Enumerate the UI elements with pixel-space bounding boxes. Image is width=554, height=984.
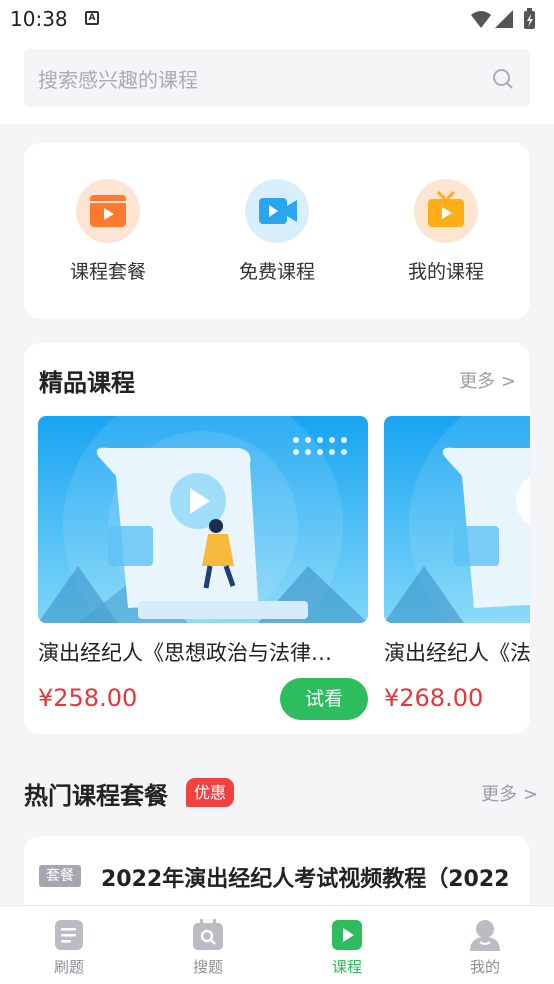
hot-packages-more-link[interactable]: 更多 > bbox=[481, 780, 538, 806]
course-title: 演出经纪人《法律 bbox=[384, 641, 530, 665]
bottom-tab-bar: 刷题 搜题 课程 我的 bbox=[0, 905, 554, 984]
trial-button[interactable]: 试看 bbox=[280, 678, 368, 720]
entry-label: 免费课程 bbox=[238, 261, 315, 283]
tab-courses[interactable]: 课程 bbox=[307, 918, 387, 977]
course-thumbnail bbox=[384, 416, 530, 623]
tab-label: 搜题 bbox=[192, 958, 223, 976]
course-item[interactable]: 演出经纪人《思想政治与法律… ¥258.00 试看 bbox=[38, 416, 368, 720]
document-icon bbox=[52, 918, 86, 952]
search-placeholder: 搜索感兴趣的课程 bbox=[38, 68, 198, 92]
course-price: ¥258.00 bbox=[38, 684, 138, 712]
notification-icon: A bbox=[85, 11, 99, 25]
person-icon bbox=[468, 918, 502, 952]
entry-course-package[interactable]: 课程套餐 bbox=[38, 179, 178, 284]
video-camera-blue-icon bbox=[245, 179, 309, 243]
play-square-icon bbox=[330, 918, 364, 952]
status-bar: 10:38 A bbox=[0, 0, 554, 38]
promo-badge: 优惠 bbox=[186, 778, 235, 807]
hot-packages-title: 热门课程套餐 bbox=[24, 782, 168, 810]
quick-entry-card: 课程套餐 免费课程 我的课程 bbox=[24, 143, 530, 319]
featured-title: 精品课程 bbox=[39, 369, 135, 397]
battery-icon bbox=[524, 8, 535, 29]
search-area: 搜索感兴趣的课程 bbox=[0, 38, 554, 124]
status-time: 10:38 bbox=[10, 7, 68, 31]
entry-my-courses[interactable]: 我的课程 bbox=[376, 179, 516, 284]
course-price: ¥268.00 bbox=[384, 684, 484, 712]
course-thumbnail bbox=[38, 416, 368, 623]
entry-label: 我的课程 bbox=[407, 261, 484, 283]
featured-more-link[interactable]: 更多 > bbox=[459, 367, 516, 393]
tab-label: 课程 bbox=[331, 958, 362, 976]
package-tag: 套餐 bbox=[39, 865, 81, 887]
status-icons bbox=[469, 8, 544, 34]
tab-practice[interactable]: 刷题 bbox=[29, 918, 109, 977]
tv-yellow-icon bbox=[414, 179, 478, 243]
tab-label: 刷题 bbox=[53, 958, 84, 976]
featured-courses-card: 精品课程 更多 > 演出经纪人《思想政治与法律… ¥258.00 试看 演出经纪… bbox=[24, 343, 530, 734]
search-icon[interactable] bbox=[492, 68, 514, 94]
tab-profile[interactable]: 我的 bbox=[445, 918, 525, 977]
signal-icon bbox=[495, 10, 513, 28]
tab-search-questions[interactable]: 搜题 bbox=[168, 918, 248, 977]
wifi-icon bbox=[471, 11, 491, 28]
package-title: 2022年演出经纪人考试视频教程（2022 bbox=[101, 867, 510, 892]
course-title: 演出经纪人《思想政治与法律… bbox=[38, 641, 332, 665]
course-item[interactable]: 演出经纪人《法律 ¥268.00 bbox=[384, 416, 530, 712]
entry-free-courses[interactable]: 免费课程 bbox=[207, 179, 347, 284]
entry-label: 课程套餐 bbox=[69, 261, 146, 283]
play-card-orange-icon bbox=[76, 179, 140, 243]
calendar-search-icon bbox=[191, 918, 225, 952]
search-input[interactable]: 搜索感兴趣的课程 bbox=[24, 49, 530, 107]
tab-label: 我的 bbox=[469, 958, 500, 976]
